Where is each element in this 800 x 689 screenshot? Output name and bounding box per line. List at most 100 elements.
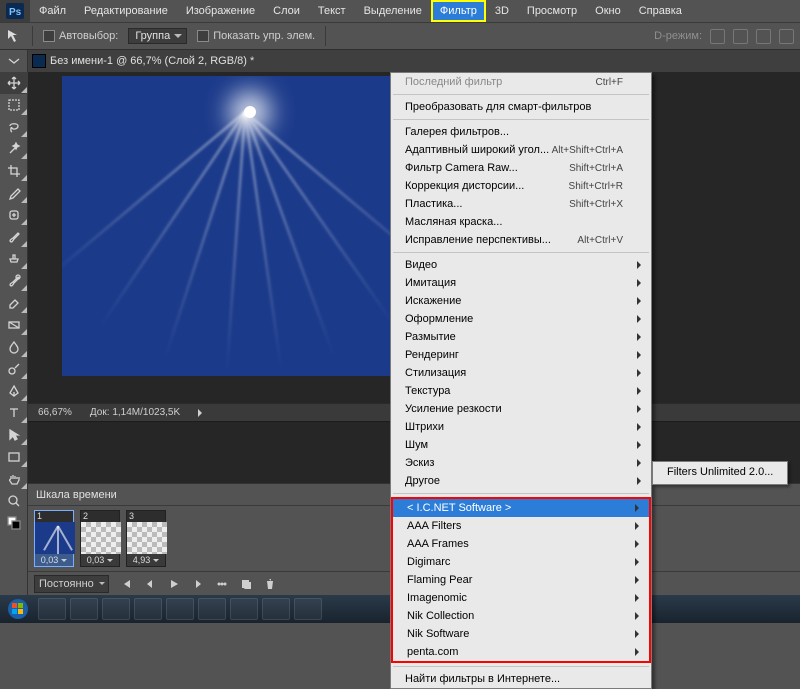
color-swatch[interactable] [0, 512, 28, 534]
menu-item-stylize[interactable]: Стилизация [391, 364, 651, 382]
menu-item-blur[interactable]: Размытие [391, 328, 651, 346]
type-tool[interactable] [0, 402, 28, 424]
menu-item-adaptive-wide[interactable]: Адаптивный широкий угол...Alt+Shift+Ctrl… [391, 141, 651, 159]
document-tab[interactable]: Без имени-1 @ 66,7% (Слой 2, RGB/8) * [28, 50, 800, 72]
taskbar-item[interactable] [294, 598, 322, 620]
marquee-tool[interactable] [0, 94, 28, 116]
rectangle-tool[interactable] [0, 446, 28, 468]
taskbar-item[interactable] [70, 598, 98, 620]
dodge-tool[interactable] [0, 358, 28, 380]
menu-item-flaming-pear[interactable]: Flaming Pear [393, 571, 649, 589]
menu-view[interactable]: Просмотр [518, 0, 586, 22]
gradient-tool[interactable] [0, 314, 28, 336]
mode-icon[interactable] [733, 29, 748, 44]
eyedropper-tool[interactable] [0, 182, 28, 204]
menu-window[interactable]: Окно [586, 0, 630, 22]
path-selection-tool[interactable] [0, 424, 28, 446]
menu-item-pixelate[interactable]: Оформление [391, 310, 651, 328]
menu-text[interactable]: Текст [309, 0, 355, 22]
menu-item-aaa-frames[interactable]: AAA Frames [393, 535, 649, 553]
menu-item-imagenomic[interactable]: Imagenomic [393, 589, 649, 607]
healing-brush-tool[interactable] [0, 204, 28, 226]
play-button[interactable] [167, 577, 181, 591]
menu-item-aaa-filters[interactable]: AAA Filters [393, 517, 649, 535]
menu-item-convert-smart[interactable]: Преобразовать для смарт-фильтров [391, 98, 651, 116]
show-transform-checkbox[interactable]: Показать упр. элем. [197, 30, 315, 42]
lasso-tool[interactable] [0, 116, 28, 138]
menu-item-brush-strokes[interactable]: Штрихи [391, 418, 651, 436]
taskbar-item[interactable] [166, 598, 194, 620]
menu-item-digimarc[interactable]: Digimarc [393, 553, 649, 571]
menu-edit[interactable]: Редактирование [75, 0, 177, 22]
start-button[interactable] [0, 595, 36, 623]
eraser-tool[interactable] [0, 292, 28, 314]
menu-item-find-online[interactable]: Найти фильтры в Интернете... [391, 670, 651, 688]
menu-image[interactable]: Изображение [177, 0, 264, 22]
expand-handle[interactable] [0, 50, 28, 72]
clone-stamp-tool[interactable] [0, 248, 28, 270]
menu-item-nik-collection[interactable]: Nik Collection [393, 607, 649, 625]
pen-tool[interactable] [0, 380, 28, 402]
zoom-tool[interactable] [0, 490, 28, 512]
taskbar-item[interactable] [230, 598, 258, 620]
frame-duration[interactable]: 0,03 [35, 554, 73, 566]
auto-select-checkbox[interactable]: Автовыбор: [43, 30, 118, 42]
menu-item-oil-paint[interactable]: Масляная краска... [391, 213, 651, 231]
menu-item-vanishing-point[interactable]: Исправление перспективы...Alt+Ctrl+V [391, 231, 651, 249]
menu-item-penta[interactable]: penta.com [393, 643, 649, 661]
taskbar-item[interactable] [38, 598, 66, 620]
menu-file[interactable]: Файл [30, 0, 75, 22]
frame-1[interactable]: 1 0,03 [34, 510, 74, 567]
menu-filter[interactable]: Фильтр [431, 0, 486, 22]
move-tool[interactable] [0, 72, 28, 94]
hand-tool[interactable] [0, 468, 28, 490]
frame-3[interactable]: 3 4,93 [126, 510, 166, 567]
taskbar-item[interactable] [198, 598, 226, 620]
menu-item-sketch[interactable]: Эскиз [391, 454, 651, 472]
menu-item-icnet[interactable]: < I.C.NET Software > [393, 499, 649, 517]
menu-item-camera-raw[interactable]: Фильтр Camera Raw...Shift+Ctrl+A [391, 159, 651, 177]
new-frame-button[interactable] [239, 577, 253, 591]
menu-item-noise[interactable]: Шум [391, 436, 651, 454]
status-menu-arrow-icon[interactable] [198, 409, 206, 417]
menu-item-liquify[interactable]: Пластика...Shift+Ctrl+X [391, 195, 651, 213]
taskbar-item[interactable] [262, 598, 290, 620]
canvas[interactable] [62, 76, 392, 376]
prev-frame-button[interactable] [143, 577, 157, 591]
menu-item-lens-correction[interactable]: Коррекция дисторсии...Shift+Ctrl+R [391, 177, 651, 195]
tween-button[interactable] [215, 577, 229, 591]
next-frame-button[interactable] [191, 577, 205, 591]
frame-duration[interactable]: 0,03 [81, 554, 119, 566]
brush-tool[interactable] [0, 226, 28, 248]
frame-duration[interactable]: 4,93 [127, 554, 165, 566]
auto-select-group-dropdown[interactable]: Группа [128, 28, 187, 44]
menu-item-sharpen[interactable]: Усиление резкости [391, 400, 651, 418]
menu-help[interactable]: Справка [630, 0, 691, 22]
menu-layers[interactable]: Слои [264, 0, 309, 22]
mode-icon[interactable] [710, 29, 725, 44]
menu-item-artistic[interactable]: Имитация [391, 274, 651, 292]
menu-item-nik-software[interactable]: Nik Software [393, 625, 649, 643]
first-frame-button[interactable] [119, 577, 133, 591]
history-brush-tool[interactable] [0, 270, 28, 292]
mode-icon[interactable] [779, 29, 794, 44]
loop-dropdown[interactable]: Постоянно [34, 575, 109, 593]
menu-item-video[interactable]: Видео [391, 256, 651, 274]
submenu-item-filters-unlimited[interactable]: Filters Unlimited 2.0... [653, 464, 787, 482]
menu-select[interactable]: Выделение [355, 0, 431, 22]
magic-wand-tool[interactable] [0, 138, 28, 160]
taskbar-item[interactable] [102, 598, 130, 620]
menu-item-texture[interactable]: Текстура [391, 382, 651, 400]
menu-item-distort[interactable]: Искажение [391, 292, 651, 310]
menu-3d[interactable]: 3D [486, 0, 518, 22]
menu-item-filter-gallery[interactable]: Галерея фильтров... [391, 123, 651, 141]
crop-tool[interactable] [0, 160, 28, 182]
taskbar-item[interactable] [134, 598, 162, 620]
menu-item-render[interactable]: Рендеринг [391, 346, 651, 364]
mode-icon[interactable] [756, 29, 771, 44]
delete-frame-button[interactable] [263, 577, 277, 591]
frame-2[interactable]: 2 0,03 [80, 510, 120, 567]
zoom-value[interactable]: 66,67% [38, 407, 72, 418]
menu-item-other[interactable]: Другое [391, 472, 651, 490]
blur-tool[interactable] [0, 336, 28, 358]
